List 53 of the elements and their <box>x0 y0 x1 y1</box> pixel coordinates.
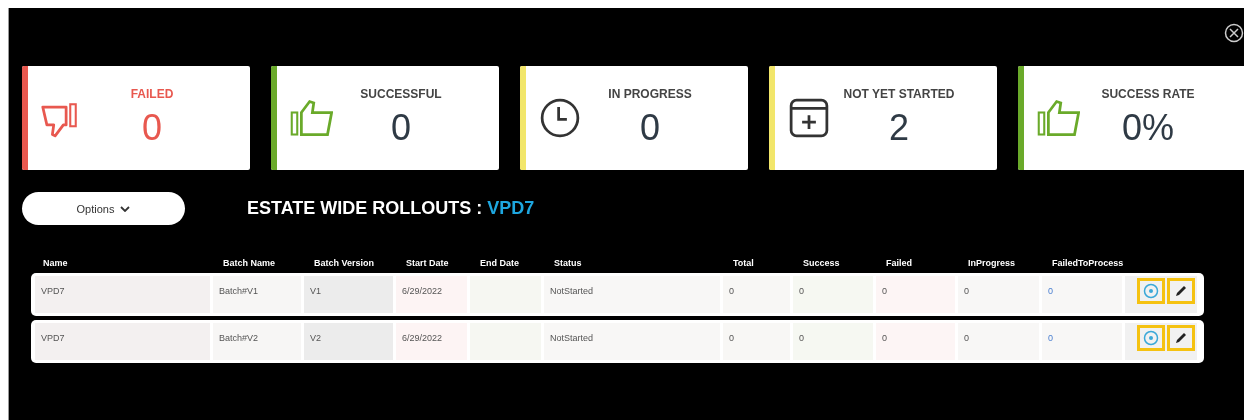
pencil-icon <box>1173 330 1189 346</box>
column-header: End Date <box>479 258 520 268</box>
chevron-down-icon <box>120 205 131 212</box>
table-cell: V1 <box>304 276 393 313</box>
table-cell: Batch#V2 <box>213 323 301 360</box>
clock-icon <box>538 96 582 140</box>
card-value: 0 <box>640 107 660 149</box>
table-cell: VPD7 <box>35 323 210 360</box>
table-cell: Batch#V1 <box>213 276 301 313</box>
edit-button[interactable] <box>1167 278 1195 304</box>
edit-button[interactable] <box>1167 325 1195 351</box>
circle-dot-icon <box>1143 283 1159 299</box>
column-header: Status <box>553 258 583 268</box>
card-value: 0 <box>142 107 162 149</box>
column-header: Failed <box>885 258 913 268</box>
card-label: NOT YET STARTED <box>843 87 955 101</box>
table-cell: 0 <box>793 276 873 313</box>
card-label: IN PROGRESS <box>608 87 692 101</box>
column-header: Batch Name <box>222 258 277 268</box>
page-heading: ESTATE WIDE ROLLOUTS : VPD7 <box>247 198 535 219</box>
card-value: 2 <box>889 107 909 149</box>
column-header: Success <box>802 258 841 268</box>
circle-dot-icon <box>1143 330 1159 346</box>
column-header: InProgress <box>967 258 1017 268</box>
column-header: Batch Version <box>313 258 376 268</box>
window-plus-icon <box>787 96 831 140</box>
table-cell: NotStarted <box>544 323 720 360</box>
table-cell: 0 <box>723 276 790 313</box>
table-cell: 0 <box>876 276 955 313</box>
close-icon[interactable] <box>1224 23 1244 43</box>
card-value: 0 <box>391 107 411 149</box>
table-cell: 0 <box>1042 323 1122 360</box>
table-cell: 0 <box>876 323 955 360</box>
table-cell: VPD7 <box>35 276 210 313</box>
column-header: FailedToProcess <box>1051 258 1125 268</box>
table-cell: NotStarted <box>544 276 720 313</box>
table-cell: 6/29/2022 <box>396 276 467 313</box>
column-header: Name <box>42 258 69 268</box>
card-value: 0% <box>1122 107 1174 149</box>
table-cell: 0 <box>958 276 1039 313</box>
table-cell: V2 <box>304 323 393 360</box>
column-header: Start Date <box>405 258 450 268</box>
options-button[interactable]: Options <box>22 192 185 225</box>
table-cell: 6/29/2022 <box>396 323 467 360</box>
card-label: SUCCESS RATE <box>1101 87 1195 101</box>
table-cell: 0 <box>1042 276 1122 313</box>
table-cell: 0 <box>958 323 1039 360</box>
table-cell: 0 <box>793 323 873 360</box>
table-cell: 0 <box>723 323 790 360</box>
card-label: SUCCESSFUL <box>360 87 442 101</box>
card-label: FAILED <box>130 87 174 101</box>
pencil-icon <box>1173 283 1189 299</box>
column-header: Total <box>732 258 755 268</box>
